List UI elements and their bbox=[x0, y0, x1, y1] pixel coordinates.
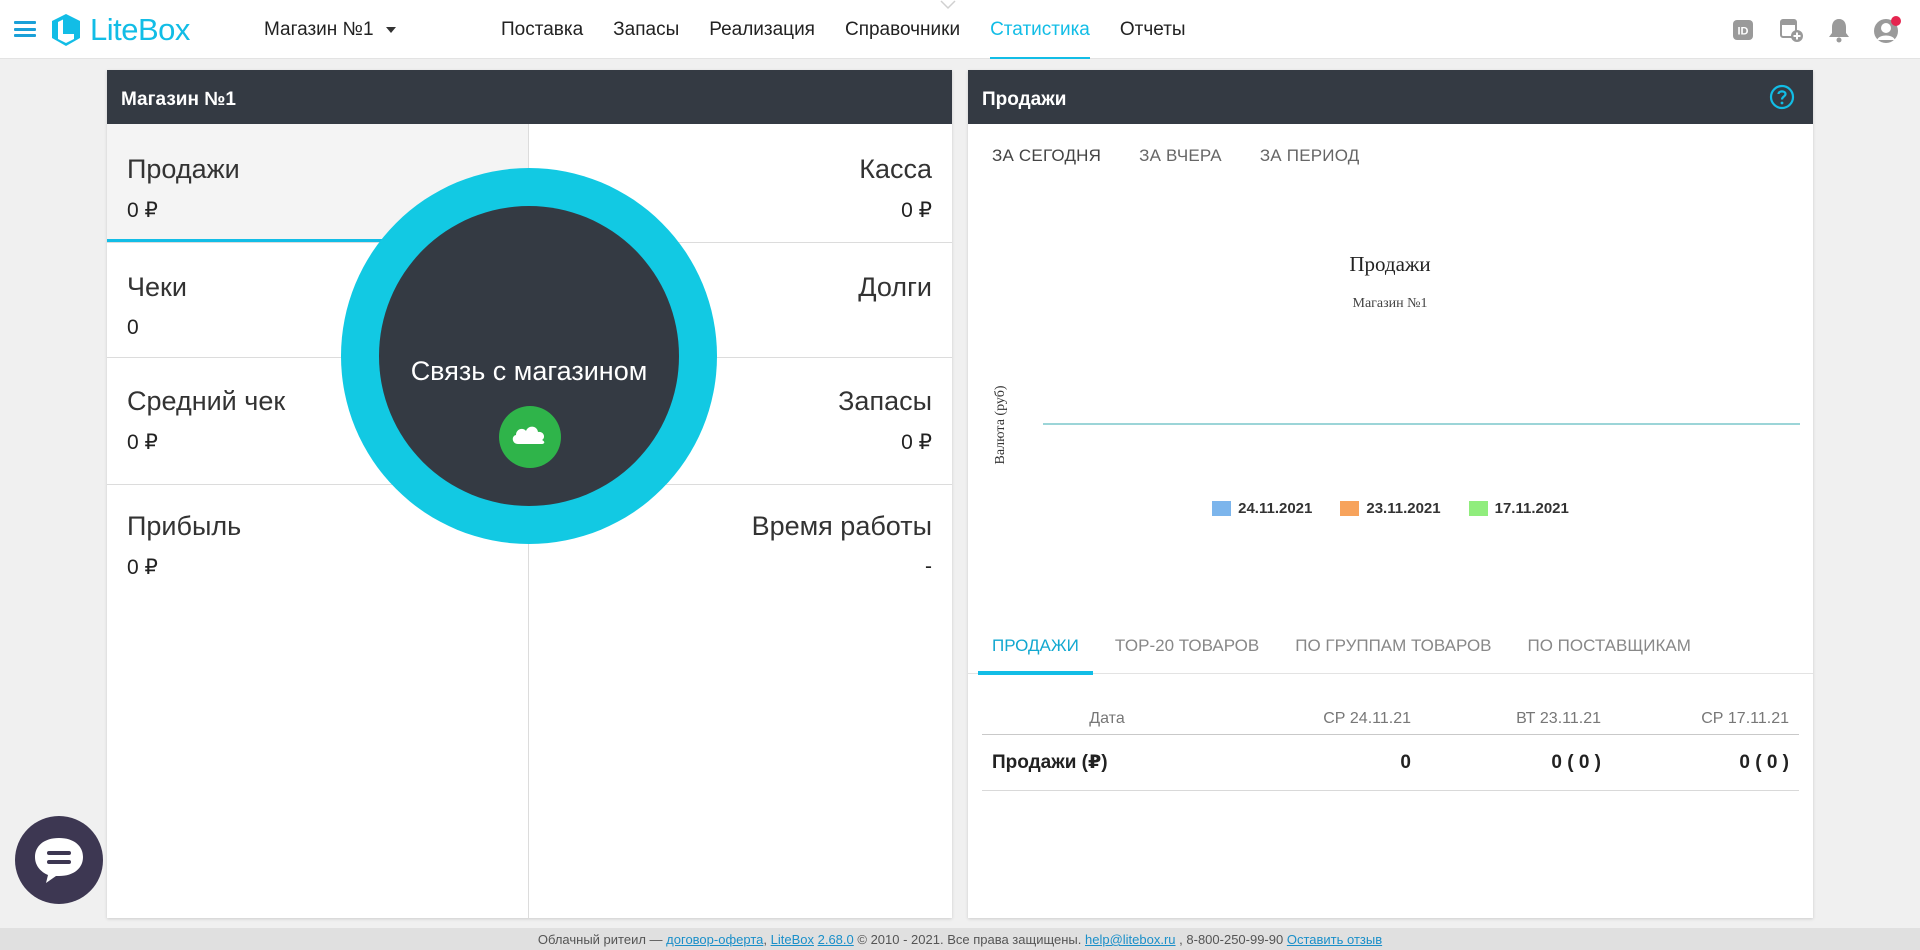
metric-sales-value: 0 ₽ bbox=[127, 199, 158, 222]
nav-item-sales[interactable]: Реализация bbox=[694, 0, 830, 59]
footer: Облачный ритеил — договор-оферта, LiteBo… bbox=[0, 928, 1920, 950]
offer-link[interactable]: договор-оферта bbox=[666, 932, 763, 947]
footer-prefix: Облачный ритеил — bbox=[537, 932, 663, 947]
email-link[interactable]: help@litebox.ru bbox=[1085, 932, 1176, 947]
metric-work-time-label[interactable]: Время работы bbox=[752, 511, 932, 542]
user-avatar-icon[interactable] bbox=[1872, 15, 1902, 45]
metric-profit-label[interactable]: Прибыль bbox=[127, 511, 241, 542]
legend-swatch bbox=[1212, 501, 1232, 516]
tab-period[interactable]: ЗА ПЕРИОД bbox=[1260, 146, 1360, 166]
svg-text:ID: ID bbox=[1738, 26, 1749, 38]
legend-swatch bbox=[1468, 501, 1488, 516]
tab-by-suppliers[interactable]: ПО ПОСТАВЩИКАМ bbox=[1514, 618, 1705, 674]
metric-checks-label[interactable]: Чеки bbox=[127, 272, 187, 303]
metric-work-time-value: - bbox=[925, 555, 932, 578]
main-nav: Поставка Запасы Реализация Справочники С… bbox=[486, 0, 1201, 59]
chat-icon bbox=[35, 838, 83, 883]
metric-cash-label[interactable]: Касса bbox=[859, 154, 932, 185]
metric-checks-value: 0 bbox=[127, 316, 139, 339]
sales-panel-header: Продажи bbox=[968, 70, 1813, 124]
table-header-col: СР 17.11.21 bbox=[1701, 710, 1789, 727]
tab-today[interactable]: ЗА СЕГОДНЯ bbox=[992, 146, 1101, 166]
table-row: Продажи (₽) 0 0 ( 0 ) 0 ( 0 ) bbox=[982, 735, 1799, 791]
add-register-icon[interactable] bbox=[1776, 15, 1806, 45]
metric-avg-check-value: 0 ₽ bbox=[127, 431, 158, 454]
table-header-col: ВТ 23.11.21 bbox=[1516, 710, 1601, 727]
sales-panel: Продажи ЗА СЕГОДНЯ ЗА ВЧЕРА ЗА ПЕРИОД Пр… bbox=[968, 70, 1813, 918]
metric-avg-check-label[interactable]: Средний чек bbox=[127, 386, 285, 417]
footer-rights: © 2010 - 2021. Все права защищены. bbox=[857, 932, 1082, 947]
legend-swatch bbox=[1340, 501, 1360, 516]
metric-sales-label[interactable]: Продажи bbox=[127, 154, 240, 185]
nav-item-statistics[interactable]: Статистика bbox=[975, 0, 1105, 59]
table-header-date: Дата bbox=[1089, 710, 1125, 727]
brand-link[interactable]: LiteBox bbox=[771, 932, 814, 947]
litebox-logo-icon bbox=[52, 14, 80, 46]
nav-item-reports[interactable]: Отчеты bbox=[1105, 0, 1201, 59]
tab-top-20-products[interactable]: TOP-20 ТОВАРОВ bbox=[1101, 618, 1273, 674]
id-card-icon[interactable]: ID bbox=[1728, 15, 1758, 45]
period-tabs: ЗА СЕГОДНЯ ЗА ВЧЕРА ЗА ПЕРИОД bbox=[992, 146, 1359, 166]
logo[interactable]: LiteBox bbox=[48, 11, 190, 49]
footer-phone: , 8-800-250-99-90 bbox=[1179, 932, 1284, 947]
store-panel-title: Магазин №1 bbox=[107, 70, 952, 124]
store-selector[interactable]: Магазин №1 bbox=[264, 19, 396, 41]
chart-subtitle: Магазин №1 bbox=[1353, 296, 1428, 311]
legend-label: 17.11.2021 bbox=[1494, 500, 1569, 517]
store-connection-inner: Связь с магазином bbox=[379, 206, 679, 506]
legend-item[interactable]: 24.11.2021 bbox=[1212, 500, 1312, 517]
bell-icon[interactable] bbox=[1824, 15, 1854, 45]
nav-item-supply[interactable]: Поставка bbox=[486, 0, 598, 59]
table-row-label: Продажи (₽) bbox=[992, 752, 1108, 773]
chat-button[interactable] bbox=[15, 816, 103, 904]
metric-cash-value: 0 ₽ bbox=[901, 199, 932, 222]
chart-y-axis-label: Валюта (руб) bbox=[993, 385, 1008, 464]
sales-sub-tabs: ПРОДАЖИ TOP-20 ТОВАРОВ ПО ГРУППАМ ТОВАРО… bbox=[968, 618, 1813, 675]
chart-title: Продажи bbox=[1349, 252, 1430, 276]
top-icons: ID bbox=[1728, 15, 1902, 45]
table-cell: 0 ( 0 ) bbox=[1739, 751, 1789, 773]
tab-yesterday[interactable]: ЗА ВЧЕРА bbox=[1139, 146, 1222, 166]
chevron-down-icon bbox=[385, 27, 396, 33]
menu-icon[interactable] bbox=[14, 21, 36, 37]
nav-item-stock[interactable]: Запасы bbox=[598, 0, 694, 59]
logo-text: LiteBox bbox=[90, 12, 190, 47]
chart-legend: 24.11.2021 23.11.2021 17.11.2021 bbox=[968, 500, 1813, 517]
table-header-row: Дата СР 24.11.21 ВТ 23.11.21 СР 17.11.21 bbox=[982, 710, 1799, 735]
table-cell: 0 ( 0 ) bbox=[1551, 751, 1601, 773]
table-header-col: СР 24.11.21 bbox=[1323, 710, 1411, 727]
cloud-icon bbox=[499, 406, 561, 468]
metric-debts-label[interactable]: Долги bbox=[858, 272, 932, 303]
table-cell: 0 bbox=[1400, 751, 1411, 773]
legend-label: 23.11.2021 bbox=[1366, 500, 1441, 517]
metric-stock-value: 0 ₽ bbox=[901, 431, 932, 454]
metric-stock-label[interactable]: Запасы bbox=[838, 386, 932, 417]
legend-item[interactable]: 23.11.2021 bbox=[1340, 500, 1441, 517]
sales-panel-title: Продажи bbox=[982, 89, 1067, 110]
version-link[interactable]: 2.68.0 bbox=[818, 932, 854, 947]
top-bar: LiteBox Магазин №1 Поставка Запасы Реали… bbox=[0, 0, 1920, 59]
tab-by-product-groups[interactable]: ПО ГРУППАМ ТОВАРОВ bbox=[1281, 618, 1505, 674]
feedback-link[interactable]: Оставить отзыв bbox=[1287, 932, 1382, 947]
nav-item-directories[interactable]: Справочники bbox=[830, 0, 975, 59]
tab-sales[interactable]: ПРОДАЖИ bbox=[978, 618, 1093, 675]
legend-item[interactable]: 17.11.2021 bbox=[1468, 500, 1569, 517]
sales-table: Дата СР 24.11.21 ВТ 23.11.21 СР 17.11.21… bbox=[982, 710, 1799, 791]
store-connection-label: Связь с магазином bbox=[410, 356, 648, 386]
sales-chart: Продажи Магазин №1 Валюта (руб) Продажи bbox=[993, 252, 1800, 465]
legend-label: 24.11.2021 bbox=[1238, 500, 1313, 517]
store-selector-label: Магазин №1 bbox=[264, 19, 374, 40]
metric-profit-value: 0 ₽ bbox=[127, 556, 158, 579]
store-connection-button[interactable]: Связь с магазином bbox=[341, 168, 717, 544]
help-icon[interactable] bbox=[1769, 84, 1795, 110]
